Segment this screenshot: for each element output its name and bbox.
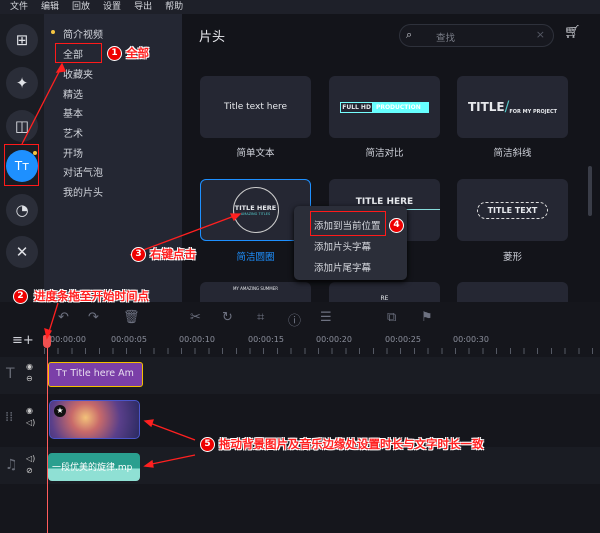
annotation-text: 右键点击 [150, 247, 196, 261]
arrow-5b [146, 454, 196, 466]
arrow-head [229, 213, 242, 222]
arrow-head [143, 419, 154, 428]
annotation-text: 全部 [126, 46, 149, 60]
annotation-text: 拖动背景图片及音乐边缘处设置时长与文字时长一致 [219, 437, 484, 451]
annotation-number: 5 [200, 437, 215, 452]
annotation-arrows [21, 62, 242, 468]
annotation-text: 进度条拖至开始时间点 [34, 289, 149, 303]
arrow-head [55, 62, 66, 73]
arrow-5a [146, 421, 196, 441]
arrow-1 [21, 65, 63, 145]
arrow-head [44, 328, 52, 340]
annotation-number: 4 [389, 218, 404, 233]
annotation-number: 2 [13, 289, 28, 304]
annotation-number: 3 [131, 247, 146, 262]
arrow-head [143, 459, 154, 468]
annotation-number: 1 [107, 46, 122, 61]
